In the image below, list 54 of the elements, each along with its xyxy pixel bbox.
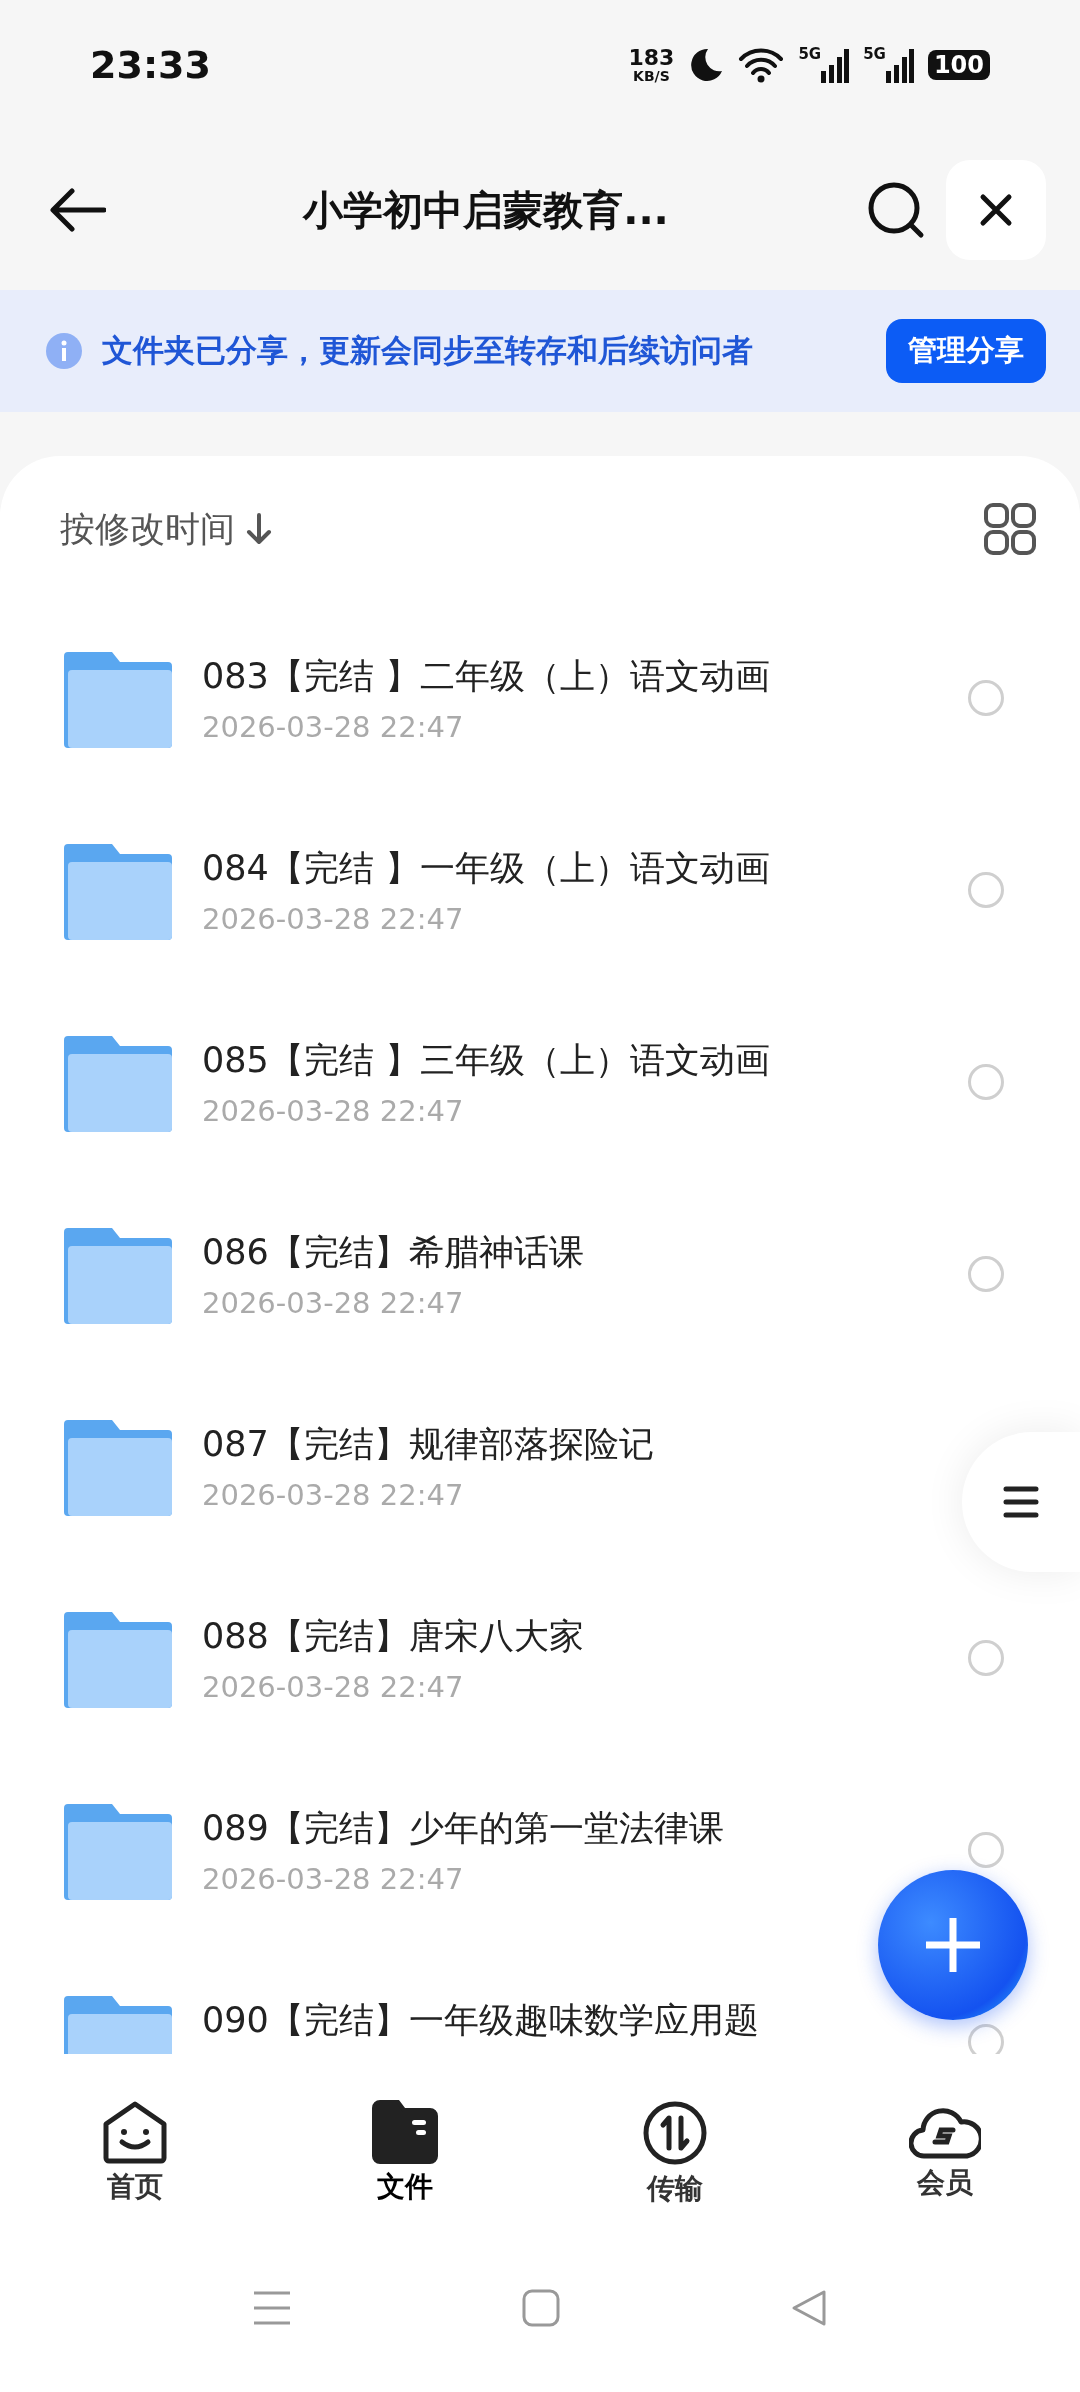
search-button[interactable] (866, 180, 926, 240)
folder-name[interactable]: 084【完结 】一年级（上）语文动画 (202, 844, 770, 892)
select-radio[interactable] (968, 1256, 1004, 1292)
select-radio[interactable] (968, 1064, 1004, 1100)
info-icon (46, 333, 82, 369)
back-button[interactable] (50, 188, 106, 232)
battery-level: 100 (927, 49, 990, 81)
transfer-icon (642, 2100, 708, 2166)
modified-date: 2026-03-28 22:47 (202, 1477, 464, 1512)
modified-date: 2026-03-28 22:47 (202, 901, 464, 936)
status-time: 23:33 (90, 43, 211, 87)
network-type: 5G (863, 47, 886, 62)
signal-icon (885, 47, 914, 83)
select-radio[interactable] (968, 2024, 1004, 2054)
select-radio[interactable] (968, 1640, 1004, 1676)
network-speed: 183 (628, 47, 675, 69)
select-radio[interactable] (968, 680, 1004, 716)
nav-tab[interactable]: 文件 (270, 2100, 540, 2206)
nav-tab[interactable]: 传输 (540, 2100, 810, 2208)
modified-date: 2026-03-28 22:47 (202, 1285, 464, 1320)
wifi-icon (738, 47, 785, 83)
plus-icon (924, 1916, 982, 1974)
folder-name[interactable]: 090【完结】一年级趣味数学应用题 (202, 1996, 759, 2044)
modified-date: 2026-03-28 22:47 (202, 1669, 464, 1704)
modified-date: 2026-03-28 22:47 (202, 1093, 464, 1128)
folder-name[interactable]: 083【完结 】二年级（上）语文动画 (202, 652, 770, 700)
grid-view-button[interactable] (984, 503, 1036, 555)
modified-date: 2026-03-28 22:47 (202, 709, 464, 744)
folder-name[interactable]: 087【完结】规律部落探险记 (202, 1420, 654, 1468)
folder-name[interactable]: 088【完结】唐宋八大家 (202, 1612, 584, 1660)
home-icon[interactable] (522, 2289, 560, 2327)
sort-button[interactable]: 按修改时间 (60, 505, 273, 553)
folder-name[interactable]: 085【完结 】三年级（上）语文动画 (202, 1036, 770, 1084)
close-button[interactable] (946, 160, 1046, 260)
menu-icon (1003, 1486, 1039, 1518)
select-radio[interactable] (968, 1832, 1004, 1868)
nav-tab[interactable]: 会员 (810, 2100, 1080, 2202)
moon-icon (688, 47, 725, 83)
folder-name[interactable]: 089【完结】少年的第一堂法律课 (202, 1804, 724, 1852)
back-icon[interactable] (790, 2289, 828, 2327)
menu-icon[interactable] (252, 2290, 292, 2326)
folder-name[interactable]: 086【完结】希腊神话课 (202, 1228, 584, 1276)
folder-title: 小学初中启蒙教育... (301, 185, 670, 235)
folder-icon (372, 2100, 438, 2164)
share-notice: 文件夹已分享，更新会同步至转存和后续访问者 (102, 331, 754, 370)
speed-unit: KB/S (633, 69, 670, 83)
signal-icon (821, 47, 850, 83)
network-type: 5G (798, 47, 822, 62)
close-icon (979, 193, 1013, 227)
smiley-house-icon (102, 2100, 168, 2164)
modified-date: 2026-03-28 22:47 (202, 1861, 464, 1896)
manage-share-button[interactable]: 管理分享 (886, 319, 1046, 383)
select-radio[interactable] (968, 872, 1004, 908)
nav-tab[interactable]: 首页 (0, 2100, 270, 2206)
